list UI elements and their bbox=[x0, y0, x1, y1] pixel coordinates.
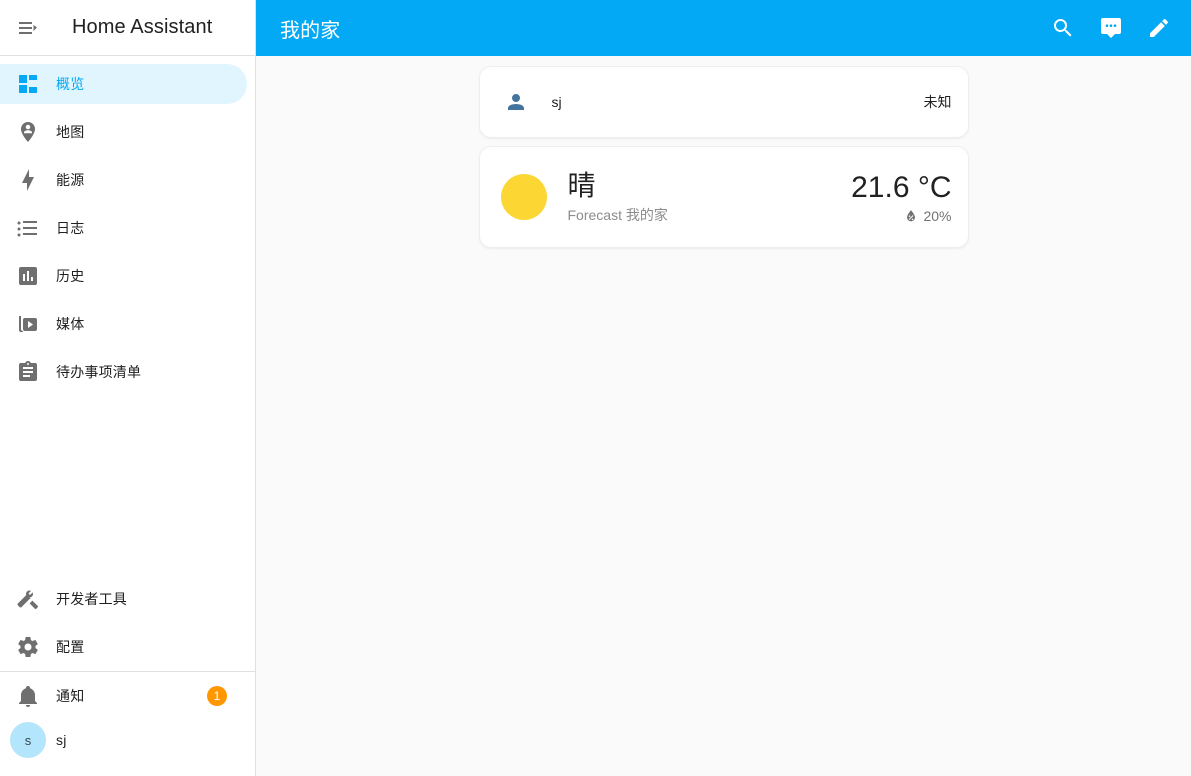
sidebar-item-settings[interactable]: 配置 bbox=[0, 627, 247, 667]
weather-sunny-icon bbox=[496, 174, 552, 220]
weather-subtitle: Forecast 我的家 bbox=[567, 207, 668, 223]
sidebar-item-label: 能源 bbox=[56, 172, 85, 188]
sidebar-item-notifications[interactable]: 通知 1 bbox=[0, 676, 247, 716]
account-icon bbox=[496, 90, 536, 114]
avatar-initial: s bbox=[10, 722, 46, 758]
sidebar-item-label: 待办事项清单 bbox=[56, 364, 142, 380]
search-icon bbox=[1051, 16, 1075, 40]
sidebar-item-label: 开发者工具 bbox=[56, 591, 127, 607]
sidebar-footer: 通知 1 s sj bbox=[0, 672, 255, 776]
menu-open-icon[interactable] bbox=[4, 4, 52, 52]
sidebar-item-logbook[interactable]: 日志 bbox=[0, 208, 247, 248]
sidebar-item-label: 日志 bbox=[56, 220, 85, 236]
sidebar-item-history[interactable]: 历史 bbox=[0, 256, 247, 296]
weather-humidity: 20% bbox=[851, 208, 952, 224]
entities-card: sj 未知 bbox=[478, 66, 969, 138]
sidebar: Home Assistant 概览 地图 能源 日志 历史 媒体 待办事项清单 … bbox=[0, 0, 256, 776]
cards-column: sj 未知 晴 Forecast 我的家 21.6 °C 20% bbox=[478, 66, 969, 248]
assist-icon bbox=[1099, 16, 1123, 40]
weather-card-body: 晴 Forecast 我的家 21.6 °C 20% bbox=[480, 147, 968, 247]
sidebar-item-user-profile[interactable]: s sj bbox=[0, 720, 247, 760]
main-area: 我的家 sj 未知 晴 Forecast 我的家 21.6 °C 20% bbox=[256, 0, 1191, 776]
app-root: Home Assistant 概览 地图 能源 日志 历史 媒体 待办事项清单 … bbox=[0, 0, 1191, 776]
sun-disc bbox=[500, 174, 547, 220]
sidebar-flex-spacer bbox=[0, 396, 255, 575]
sidebar-item-label: 地图 bbox=[56, 124, 85, 140]
sidebar-header: Home Assistant bbox=[0, 0, 255, 56]
hammer-wrench-icon bbox=[0, 587, 56, 611]
sidebar-item-media[interactable]: 媒体 bbox=[0, 304, 247, 344]
sidebar-item-map[interactable]: 地图 bbox=[0, 112, 247, 152]
app-toolbar: 我的家 bbox=[256, 0, 1191, 56]
sidebar-item-label: sj bbox=[56, 732, 67, 748]
notification-badge: 1 bbox=[207, 686, 227, 706]
assist-button[interactable] bbox=[1087, 4, 1135, 52]
pencil-icon bbox=[1147, 16, 1171, 40]
sidebar-nav: 概览 地图 能源 日志 历史 媒体 待办事项清单 开发者工具 配置 通知 1 s… bbox=[0, 56, 255, 776]
sidebar-item-label: 概览 bbox=[56, 76, 85, 92]
format-list-bulleted-icon bbox=[0, 216, 56, 240]
weather-forecast-card[interactable]: 晴 Forecast 我的家 21.6 °C 20% bbox=[478, 146, 969, 248]
chart-box-icon bbox=[0, 264, 56, 288]
weather-temperature: 21.6 °C bbox=[851, 171, 952, 204]
weather-values-block: 21.6 °C 20% bbox=[843, 170, 951, 224]
bell-icon bbox=[0, 684, 56, 708]
entity-row-person[interactable]: sj 未知 bbox=[480, 67, 968, 137]
sidebar-item-developer-tools[interactable]: 开发者工具 bbox=[0, 579, 247, 619]
sidebar-item-label: 历史 bbox=[56, 268, 85, 284]
water-percent-icon bbox=[903, 208, 919, 224]
sidebar-item-label: 配置 bbox=[56, 639, 85, 655]
weather-condition: 晴 bbox=[567, 170, 596, 201]
clipboard-list-icon bbox=[0, 360, 56, 384]
edit-dashboard-button[interactable] bbox=[1135, 4, 1183, 52]
dashboard-content: sj 未知 晴 Forecast 我的家 21.6 °C 20% bbox=[256, 56, 1191, 776]
play-box-multiple-icon bbox=[0, 312, 56, 336]
sidebar-item-todo[interactable]: 待办事项清单 bbox=[0, 352, 247, 392]
entity-state[interactable]: 未知 bbox=[916, 92, 952, 112]
sidebar-title: Home Assistant bbox=[72, 16, 213, 38]
sidebar-item-energy[interactable]: 能源 bbox=[0, 160, 247, 200]
map-marker-account-icon bbox=[0, 120, 56, 144]
sidebar-item-label: 媒体 bbox=[56, 316, 85, 332]
weather-humidity-value: 20% bbox=[923, 208, 952, 224]
weather-text-block: 晴 Forecast 我的家 bbox=[552, 169, 844, 225]
search-button[interactable] bbox=[1039, 4, 1087, 52]
view-dashboard-icon bbox=[0, 72, 56, 96]
sidebar-item-label: 通知 bbox=[56, 688, 85, 704]
cog-icon bbox=[0, 635, 56, 659]
page-title: 我的家 bbox=[280, 19, 341, 42]
sidebar-item-overview[interactable]: 概览 bbox=[0, 64, 247, 104]
lightning-bolt-icon bbox=[0, 168, 56, 192]
entity-name: sj bbox=[551, 94, 562, 110]
avatar: s bbox=[0, 722, 56, 758]
